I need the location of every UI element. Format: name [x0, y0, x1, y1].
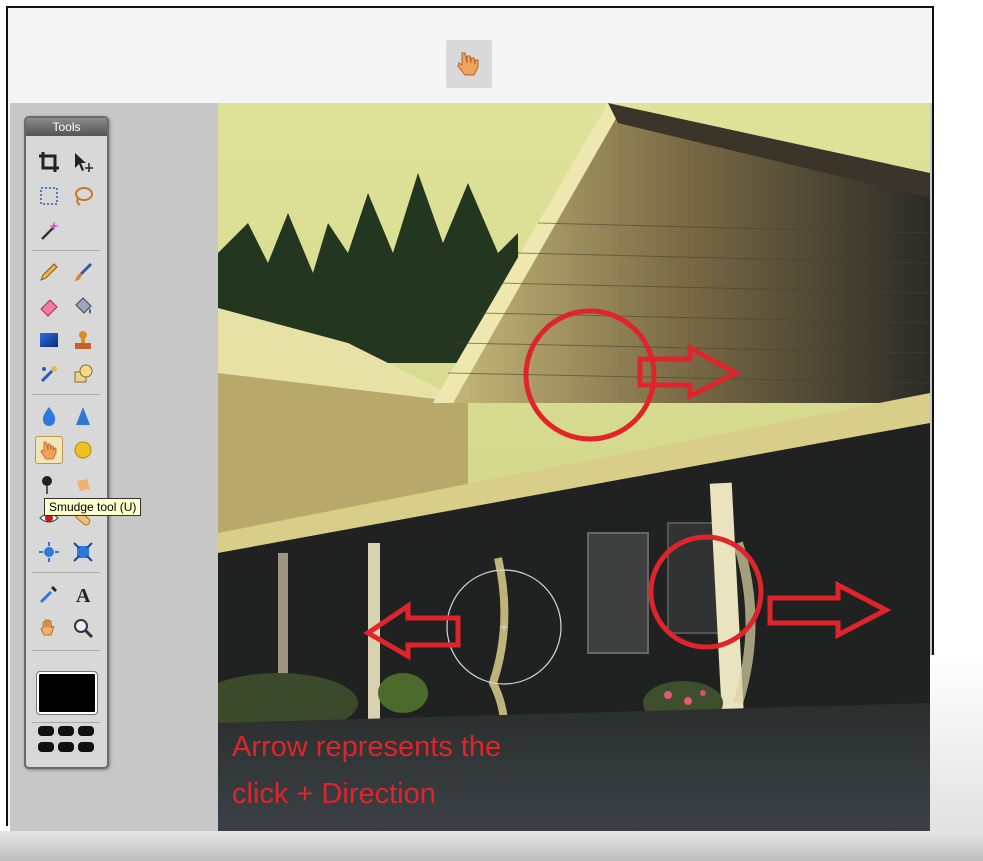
brush-preset-dot[interactable] [38, 726, 54, 736]
paint-bucket-tool[interactable] [69, 292, 97, 320]
hand-tool[interactable] [35, 614, 63, 642]
pinch-icon [73, 542, 93, 562]
marquee-icon [40, 187, 58, 205]
smudge-hand-icon [457, 52, 479, 76]
brush-preset-dot[interactable] [38, 742, 54, 752]
burn-icon [77, 479, 90, 491]
pencil-icon [40, 263, 58, 281]
eraser-icon [40, 299, 58, 317]
dodge-tool[interactable] [35, 470, 63, 498]
zoom-tool[interactable] [69, 614, 97, 642]
eraser-tool[interactable] [35, 292, 63, 320]
foreground-color-swatch[interactable] [36, 671, 98, 715]
brush-preset-dot[interactable] [58, 726, 74, 736]
crop-tool[interactable] [35, 148, 63, 176]
burn-tool[interactable] [69, 470, 97, 498]
smudge-tool[interactable] [35, 436, 63, 464]
zoom-icon [74, 619, 94, 639]
brush-preset-dot[interactable] [78, 726, 94, 736]
hand-icon [40, 619, 55, 636]
smudge-icon [40, 441, 57, 460]
smudge-tool-indicator[interactable] [446, 40, 492, 88]
lasso-icon [75, 187, 93, 206]
gradient-icon [40, 333, 58, 347]
stamp-icon [75, 331, 91, 349]
canvas-image[interactable] [218, 103, 930, 831]
gradient-tool[interactable] [35, 326, 63, 354]
marquee-tool[interactable] [35, 182, 63, 210]
blur-icon [42, 407, 56, 426]
caption-line-1: Arrow represents the [232, 731, 502, 763]
shape-icon [74, 364, 93, 383]
eyedropper-icon [39, 586, 57, 604]
blur-tool[interactable] [35, 402, 63, 430]
dodge-icon [42, 476, 52, 494]
brush-preset-dot[interactable] [78, 742, 94, 752]
sponge-tool[interactable] [69, 436, 97, 464]
pencil-tool[interactable] [35, 258, 63, 286]
pinch-tool[interactable] [69, 538, 97, 566]
lasso-tool[interactable] [69, 182, 97, 210]
tools-panel: Tools A [24, 116, 109, 769]
sponge-icon [74, 441, 92, 459]
house-photo [218, 103, 930, 831]
brush-icon [75, 263, 92, 281]
annotation-caption: Arrow represents the click + Direction [232, 724, 672, 818]
magic-wand-icon [41, 221, 59, 240]
sharpen-tool[interactable] [69, 402, 97, 430]
svg-text:A: A [76, 585, 91, 605]
move-icon [75, 153, 93, 172]
crop-icon [39, 152, 59, 172]
eyedropper-tool[interactable] [35, 580, 63, 608]
move-tool[interactable] [69, 148, 97, 176]
color-replace-icon [40, 366, 57, 383]
type-icon: A [76, 585, 91, 605]
brush-tool[interactable] [69, 258, 97, 286]
bloat-tool[interactable] [35, 538, 63, 566]
tools-panel-title: Tools [26, 118, 107, 136]
shape-tool[interactable] [69, 360, 97, 388]
color-replace-tool[interactable] [35, 360, 63, 388]
stamp-tool[interactable] [69, 326, 97, 354]
sharpen-icon [76, 407, 90, 425]
smudge-tool-tooltip: Smudge tool (U) [44, 498, 142, 516]
bloat-icon [39, 542, 59, 562]
caption-line-2: click + Direction [232, 778, 436, 810]
brush-preset-dot[interactable] [58, 742, 74, 752]
magic-wand-tool[interactable] [35, 216, 63, 244]
paint-bucket-icon [75, 297, 92, 314]
type-tool[interactable]: A [69, 580, 97, 608]
